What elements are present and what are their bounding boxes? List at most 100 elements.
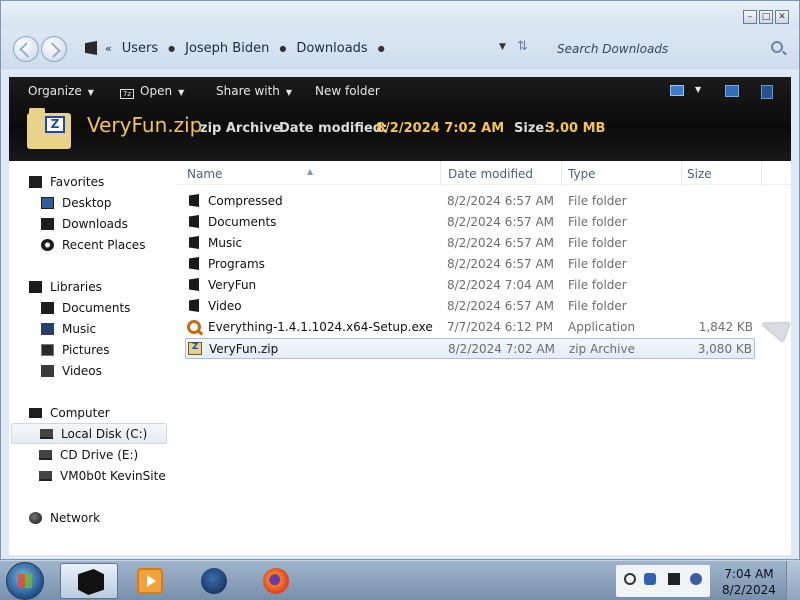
nav-videos[interactable]: Videos [41,360,199,381]
details-file-type: zip Archive [200,121,282,136]
organize-label: Organize [28,84,82,98]
file-row[interactable]: Everything-1.4.1.1024.x64-Setup.exe 7/7/2… [185,317,755,338]
nav-label: Desktop [62,195,112,210]
folder-icon [85,41,97,55]
preview-pane-icon[interactable] [725,85,739,97]
file-row[interactable]: Video 8/2/2024 6:57 AM File folder [185,296,755,317]
search-placeholder: Search Downloads [557,42,669,56]
column-divider[interactable] [440,161,441,185]
back-button[interactable] [13,36,39,62]
file-row[interactable]: Music 8/2/2024 6:57 AM File folder [185,233,755,254]
nav-pictures[interactable]: Pictures [41,339,199,360]
nav-label: Documents [62,300,131,315]
help-icon[interactable] [761,85,773,99]
refresh-icon[interactable]: ⇅ [517,39,528,54]
share-with-button[interactable]: Share with ▼ [216,84,292,98]
videos-icon [41,364,54,377]
file-name: Documents [208,215,277,229]
breadcrumb-joseph-biden[interactable]: Joseph Biden [185,41,269,56]
file-type: File folder [568,257,627,271]
column-divider[interactable] [761,161,762,185]
nav-documents[interactable]: Documents [41,297,199,318]
file-row[interactable]: Compressed 8/2/2024 6:57 AM File folder [185,191,755,212]
file-date: 8/2/2024 6:57 AM [447,215,555,229]
history-dropdown-icon[interactable]: ▼ [499,42,506,52]
tray-icon[interactable] [624,573,636,585]
7zip-icon: 7z [120,89,134,99]
tray-icon[interactable] [690,573,702,585]
nav-downloads[interactable]: Downloads [41,213,199,234]
nav-label: Pictures [62,342,110,357]
taskbar: 7:04 AM 8/2/2024 [0,560,800,600]
taskbar-firefox[interactable] [246,563,304,599]
firefox-icon [263,568,289,594]
tray-icon[interactable] [644,573,656,585]
new-folder-button[interactable]: New folder [315,84,380,98]
file-size: 1,842 KB [698,320,753,334]
organize-button[interactable]: Organize ▼ [28,84,94,98]
details-date-label: Date modified: [279,121,388,136]
breadcrumb-overflow[interactable]: « [105,42,112,55]
column-size[interactable]: Size [687,167,712,181]
file-size: 3,080 KB [697,342,752,356]
breadcrumb-separator-icon[interactable]: ● [168,44,175,53]
file-row[interactable]: Programs 8/2/2024 6:57 AM File folder [185,254,755,275]
file-name: VeryFun [208,278,257,292]
view-options-icon[interactable] [670,85,684,96]
nav-libraries[interactable]: Libraries [29,276,187,297]
maximize-button[interactable]: □ [759,10,773,24]
breadcrumb-downloads[interactable]: Downloads [296,41,367,56]
chevron-down-icon[interactable]: ▼ [695,85,701,94]
column-type[interactable]: Type [568,167,596,181]
window-controls: – □ ✕ [743,10,789,24]
search-icon[interactable] [771,41,783,53]
show-desktop-button[interactable] [786,561,800,600]
nav-music[interactable]: Music [41,318,199,339]
taskbar-explorer[interactable] [60,563,118,599]
tray-icon[interactable] [668,573,680,585]
file-date: 8/2/2024 6:57 AM [447,299,555,313]
search-input[interactable]: Search Downloads [549,36,791,62]
cd-drive-icon [39,449,52,460]
nav-favorites[interactable]: Favorites [29,171,187,192]
nav-label: Videos [62,363,102,378]
breadcrumb[interactable]: « Users ● Joseph Biden ● Downloads ● [85,35,513,61]
title-bar[interactable]: – □ ✕ [1,1,799,29]
chevron-down-icon: ▼ [285,88,293,97]
desktop-icon [41,196,54,209]
forward-button[interactable] [41,36,67,62]
file-date: 8/2/2024 6:57 AM [447,194,555,208]
taskbar-browser[interactable] [184,563,242,599]
nav-local-disk[interactable]: Local Disk (C:) [11,423,167,444]
nav-cd-drive[interactable]: CD Drive (E:) [39,444,197,465]
column-name[interactable]: Name [187,167,222,181]
file-type: File folder [568,299,627,313]
documents-icon [41,301,54,314]
system-clock[interactable]: 7:04 AM 8/2/2024 [718,566,780,598]
downloads-icon [41,217,54,230]
file-row[interactable]: Documents 8/2/2024 6:57 AM File folder [185,212,755,233]
close-button[interactable]: ✕ [775,10,789,24]
breadcrumb-users[interactable]: Users [122,41,158,56]
file-row[interactable]: VeryFun 8/2/2024 7:04 AM File folder [185,275,755,296]
taskbar-media-player[interactable] [120,563,178,599]
sort-ascending-icon: ▲ [307,167,314,176]
nav-network[interactable]: Network [29,507,187,528]
nav-network-share[interactable]: VM0b0t KevinSite [39,465,197,486]
file-name: Video [208,299,242,313]
minimize-button[interactable]: – [743,10,757,24]
nav-recent-places[interactable]: Recent Places [41,234,199,255]
open-button[interactable]: 7z Open ▼ [120,84,184,99]
network-drive-icon [39,470,52,481]
zip-file-icon [188,342,202,355]
column-divider[interactable] [561,161,562,185]
file-row-selected[interactable]: VeryFun.zip 8/2/2024 7:02 AM zip Archive 3,… [185,338,755,359]
column-divider[interactable] [681,161,682,185]
nav-desktop[interactable]: Desktop [41,192,199,213]
file-type: File folder [568,215,627,229]
breadcrumb-separator-icon[interactable]: ● [279,44,286,53]
start-button[interactable] [6,562,44,600]
nav-computer[interactable]: Computer [29,402,187,423]
column-date-modified[interactable]: Date modified [448,167,533,181]
breadcrumb-separator-icon[interactable]: ● [378,44,385,53]
